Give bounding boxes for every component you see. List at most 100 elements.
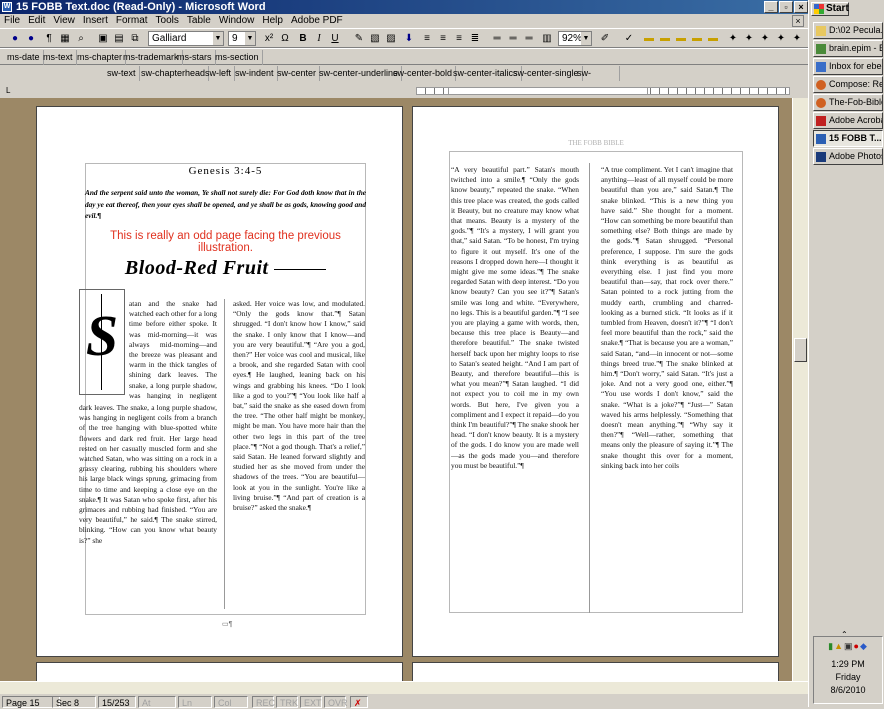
arrow-down-icon[interactable]: ⬇ xyxy=(402,32,416,46)
font-size-select[interactable]: 9 ▼ xyxy=(228,31,256,46)
style-ms-stars[interactable]: ms-stars xyxy=(174,50,216,65)
menu-insert[interactable]: Insert xyxy=(79,14,112,28)
style-sw-center-single[interactable]: sw-center-single xyxy=(510,66,583,81)
next-page-left xyxy=(36,662,403,682)
underline-button[interactable]: U xyxy=(328,32,342,46)
bold-button[interactable]: B xyxy=(296,32,310,46)
task-label: Adobe Acroba... xyxy=(829,115,882,125)
style-ms-date[interactable]: ms-date xyxy=(4,50,44,65)
spelling-status-icon[interactable]: ✗ xyxy=(350,696,368,708)
style-sw-text[interactable]: sw-text xyxy=(104,66,140,81)
align-right-icon[interactable]: ≡ xyxy=(452,32,466,46)
folder-icon[interactable]: ▬ xyxy=(642,32,656,46)
symbol-icon[interactable]: Ω xyxy=(278,32,292,46)
status-ovr[interactable]: OVR xyxy=(324,696,348,708)
folder3-icon[interactable]: ▬ xyxy=(674,32,688,46)
columns-icon[interactable]: ▥ xyxy=(540,32,554,46)
menu-adobe-pdf[interactable]: Adobe PDF xyxy=(287,14,347,28)
task-fob-bible[interactable]: The-Fob-Bible... xyxy=(813,94,883,111)
style-sw-left[interactable]: sw-left xyxy=(202,66,236,81)
save-icon[interactable]: ▣ xyxy=(96,32,110,46)
table-icon[interactable]: ▦ xyxy=(58,32,72,46)
align-center-icon[interactable]: ≡ xyxy=(436,32,450,46)
task-compose[interactable]: Compose: Re... xyxy=(813,76,883,93)
macro5-icon[interactable]: ✦ xyxy=(790,32,804,46)
security-icon[interactable]: ▲ xyxy=(834,641,844,651)
line-spacing3-icon[interactable]: ═ xyxy=(522,32,536,46)
clock-day: Friday xyxy=(835,672,861,682)
style-sw-center-bold[interactable]: sw-center-bold xyxy=(390,66,457,81)
line-spacing-icon[interactable]: ═ xyxy=(490,32,504,46)
menu-window[interactable]: Window xyxy=(215,14,259,28)
scroll-thumb[interactable] xyxy=(794,338,807,362)
bullet-icon[interactable]: ● xyxy=(8,32,22,46)
task-explorer[interactable]: D:\02 Pecula... xyxy=(813,22,883,39)
align-left-icon[interactable]: ≡ xyxy=(420,32,434,46)
left-column-continued: dark leaves. The snake, a long purple sh… xyxy=(79,403,217,545)
task-brain[interactable]: brain.epim - E... xyxy=(813,40,883,57)
folder5-icon[interactable]: ▬ xyxy=(706,32,720,46)
task-acrobat[interactable]: Adobe Acroba... xyxy=(813,112,883,129)
zoom-select[interactable]: 92% ▼ xyxy=(558,31,592,46)
status-rec[interactable]: REC xyxy=(252,696,275,708)
menu-format[interactable]: Format xyxy=(112,14,152,28)
printer-icon[interactable]: ▣ xyxy=(844,641,854,651)
menu-view[interactable]: View xyxy=(49,14,79,28)
macro2-icon[interactable]: ✦ xyxy=(742,32,756,46)
line-spacing2-icon[interactable]: ═ xyxy=(506,32,520,46)
style-ms-section[interactable]: ms-section xyxy=(212,50,263,65)
menu-file[interactable]: File xyxy=(0,14,24,28)
italic-button[interactable]: I xyxy=(312,32,326,46)
style-sw-chapterhead[interactable]: sw-chapterhead xyxy=(138,66,210,81)
window-title: 15 FOBB Text.doc (Read-Only) - Microsoft… xyxy=(16,1,266,13)
header-verse: Genesis 3:4-5 xyxy=(188,165,263,177)
style-ms-text[interactable]: ms-text xyxy=(40,50,77,65)
menu-help[interactable]: Help xyxy=(258,14,287,28)
menu-table[interactable]: Table xyxy=(183,14,215,28)
tray-icons: ▮▲▣●◆ xyxy=(814,637,882,659)
style-sw-indent[interactable]: sw-indent xyxy=(232,66,278,81)
task-inbox[interactable]: Inbox for ebee... xyxy=(813,58,883,75)
tab-selector-icon[interactable]: L xyxy=(6,86,10,95)
chevron-down-icon: ▼ xyxy=(245,32,255,45)
insert-object-icon[interactable]: ▨ xyxy=(384,32,398,46)
clock-time[interactable]: 1:29 PM xyxy=(814,659,882,669)
style-sw-bullets[interactable]: sw-bullets xyxy=(574,66,620,93)
menu-edit[interactable]: Edit xyxy=(24,14,49,28)
format-painter-icon[interactable]: ✎ xyxy=(352,32,366,46)
justify-icon[interactable]: ≣ xyxy=(468,32,482,46)
find-icon[interactable]: ⌕ xyxy=(74,32,88,46)
folder4-icon[interactable]: ▬ xyxy=(690,32,704,46)
style-toolbar-1: ms-date ms-text ms-chapter ms-trademark … xyxy=(0,48,808,65)
doc-close-button[interactable]: × xyxy=(792,15,804,27)
minimize-button[interactable]: _ xyxy=(764,1,778,13)
copy-icon[interactable]: ⧉ xyxy=(128,32,142,46)
status-ext[interactable]: EXT xyxy=(300,696,322,708)
start-button[interactable]: Start xyxy=(811,2,849,16)
menu-tools[interactable]: Tools xyxy=(152,14,183,28)
macro-icon[interactable]: ✦ xyxy=(726,32,740,46)
status-trk[interactable]: TRK xyxy=(276,696,298,708)
close-button[interactable]: × xyxy=(794,1,808,13)
superscript-icon[interactable]: x² xyxy=(262,32,276,46)
bullet-small-icon[interactable]: ● xyxy=(24,32,38,46)
spelling-icon[interactable]: ✓ xyxy=(622,32,636,46)
vertical-scrollbar[interactable] xyxy=(792,98,808,681)
horizontal-ruler[interactable]: L xyxy=(0,84,808,98)
macro4-icon[interactable]: ✦ xyxy=(774,32,788,46)
horizontal-scrollbar[interactable] xyxy=(0,682,808,694)
style-sw-center[interactable]: sw-center xyxy=(274,66,321,81)
macro3-icon[interactable]: ✦ xyxy=(758,32,772,46)
pilcrow-icon[interactable]: ¶ xyxy=(42,32,56,46)
insert-picture-icon[interactable]: ▧ xyxy=(368,32,382,46)
task-photoshop[interactable]: Adobe Photos... xyxy=(813,148,883,165)
maximize-button[interactable]: ▫ xyxy=(779,1,793,13)
highlight-icon[interactable]: ✐ xyxy=(598,32,612,46)
style-ms-chapter[interactable]: ms-chapter xyxy=(74,50,127,65)
task-word[interactable]: 15 FOBB T... xyxy=(813,130,883,147)
font-select[interactable]: Galliard ▼ xyxy=(148,31,224,46)
title-bar[interactable]: W 15 FOBB Text.doc (Read-Only) - Microso… xyxy=(0,0,808,14)
folder2-icon[interactable]: ▬ xyxy=(658,32,672,46)
update-icon[interactable]: ◆ xyxy=(860,641,868,651)
print-preview-icon[interactable]: ▤ xyxy=(112,32,126,46)
